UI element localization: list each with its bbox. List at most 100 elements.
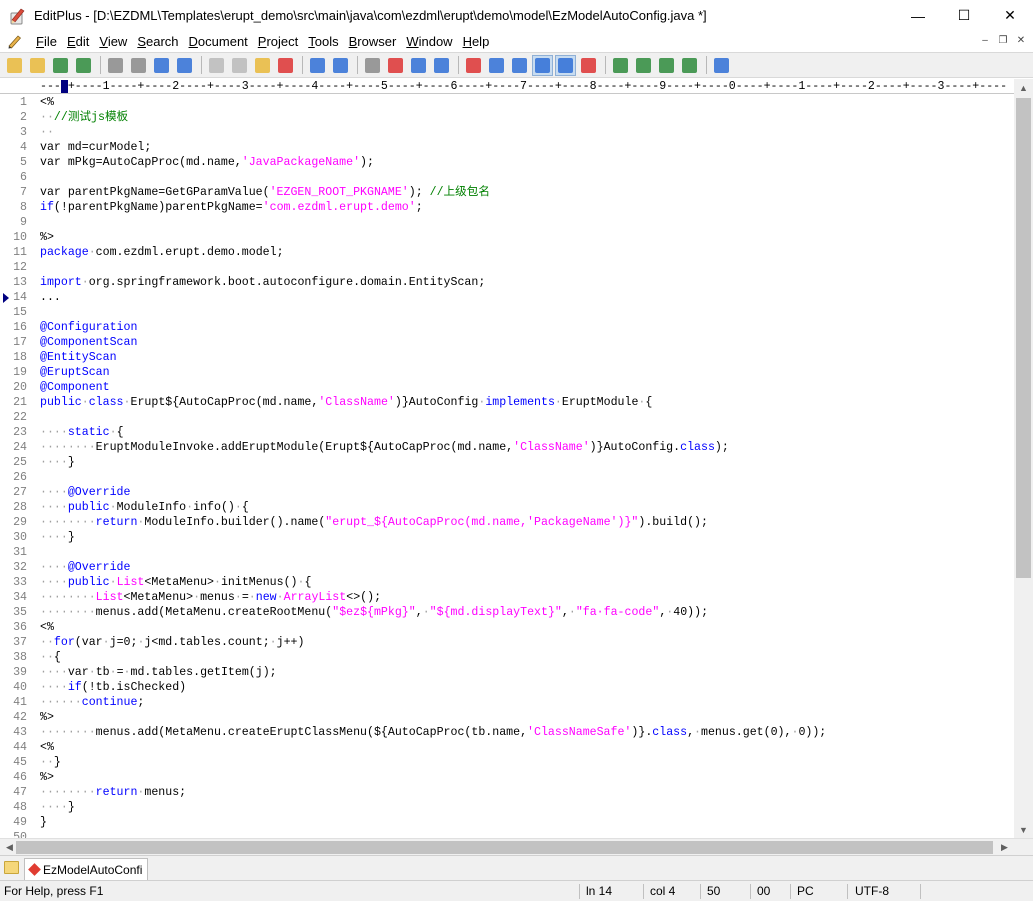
browser-preview-button[interactable] (174, 55, 195, 76)
tab-ezmodelautoconfig[interactable]: EzModelAutoConfi (24, 858, 148, 880)
menu-view[interactable]: View (94, 34, 132, 49)
check-button[interactable] (578, 55, 599, 76)
code-line[interactable]: 44 <% (0, 740, 1014, 755)
code-line[interactable]: 25 ····} (0, 455, 1014, 470)
vertical-scrollbar[interactable]: ▲ ▼ (1014, 79, 1033, 838)
code-line[interactable]: 13 import·org.springframework.boot.autoco… (0, 275, 1014, 290)
print-button[interactable] (128, 55, 149, 76)
document-close-button[interactable]: ✕ (1013, 33, 1029, 48)
close-button[interactable]: ✕ (987, 0, 1033, 31)
document-restore-button[interactable]: ❐ (995, 33, 1011, 48)
menu-file[interactable]: File (31, 34, 62, 49)
find-in-files-button[interactable] (408, 55, 429, 76)
vertical-scroll-thumb[interactable] (1016, 98, 1031, 578)
scroll-right-arrow[interactable]: ▶ (995, 839, 1014, 856)
code-line[interactable]: 40 ····if(!tb.isChecked) (0, 680, 1014, 695)
code-line[interactable]: 30 ····} (0, 530, 1014, 545)
code-line[interactable]: 22 (0, 410, 1014, 425)
code-line[interactable]: 7 var parentPkgName=GetGParamValue('EZGEN… (0, 185, 1014, 200)
code-line[interactable]: 4 var md=curModel; (0, 140, 1014, 155)
code-line[interactable]: 29 ········return·ModuleInfo.builder().na… (0, 515, 1014, 530)
output-button[interactable] (656, 55, 677, 76)
code-line[interactable]: 9 (0, 215, 1014, 230)
code-line[interactable]: 48 ····} (0, 800, 1014, 815)
maximize-button[interactable]: ☐ (941, 0, 987, 31)
code-line[interactable]: 21 public·class·Erupt${AutoCapProc(md.nam… (0, 395, 1014, 410)
code-line[interactable]: 6 (0, 170, 1014, 185)
code-line[interactable]: 18 @EntityScan (0, 350, 1014, 365)
code-line[interactable]: 1 <% (0, 95, 1014, 110)
code-line[interactable]: 46 %> (0, 770, 1014, 785)
code-line[interactable]: 27 ····@Override (0, 485, 1014, 500)
code-line[interactable]: 38 ··{ (0, 650, 1014, 665)
code-line[interactable]: 43 ········menus.add(MetaMenu.createErupt… (0, 725, 1014, 740)
menu-edit[interactable]: Edit (62, 34, 94, 49)
code-line[interactable]: 50 (0, 830, 1014, 838)
code-line[interactable]: 15 (0, 305, 1014, 320)
cut-button[interactable] (206, 55, 227, 76)
code-editor[interactable]: 1 <% 2 ··//测试js模板 3 ·· 4 var md=curModel; 5 var m… (0, 94, 1014, 838)
status-encoding[interactable]: UTF-8 (855, 881, 889, 901)
menu-window[interactable]: Window (401, 34, 457, 49)
menu-tools[interactable]: Tools (303, 34, 343, 49)
code-line[interactable]: 16 @Configuration (0, 320, 1014, 335)
word-wrap-button[interactable] (509, 55, 530, 76)
scroll-down-arrow[interactable]: ▼ (1014, 821, 1033, 838)
menu-document[interactable]: Document (184, 34, 253, 49)
spell-check-button[interactable] (151, 55, 172, 76)
document-minimize-button[interactable]: – (977, 33, 993, 48)
menu-project[interactable]: Project (253, 34, 303, 49)
horizontal-scroll-thumb[interactable] (16, 841, 993, 854)
menu-help[interactable]: Help (458, 34, 495, 49)
code-line[interactable]: 32 ····@Override (0, 560, 1014, 575)
menu-search[interactable]: Search (132, 34, 183, 49)
code-line[interactable]: 42 %> (0, 710, 1014, 725)
print-preview-button[interactable] (105, 55, 126, 76)
help-button[interactable] (711, 55, 732, 76)
code-line[interactable]: 35 ········menus.add(MetaMenu.createRootM… (0, 605, 1014, 620)
open-file-button[interactable] (27, 55, 48, 76)
ruler-button[interactable] (555, 54, 576, 76)
paste-button[interactable] (252, 55, 273, 76)
code-line[interactable]: 10 %> (0, 230, 1014, 245)
code-line[interactable]: 19 @EruptScan (0, 365, 1014, 380)
save-button[interactable] (50, 55, 71, 76)
line-numbers-button[interactable] (532, 54, 553, 76)
replace-button[interactable] (385, 55, 406, 76)
menu-browser[interactable]: Browser (344, 34, 402, 49)
code-line[interactable]: 49} (0, 815, 1014, 830)
go-to-button[interactable] (431, 55, 452, 76)
code-line[interactable]: 41 ······continue; (0, 695, 1014, 710)
code-line[interactable]: 28 ····public·ModuleInfo·info()·{ (0, 500, 1014, 515)
code-line[interactable]: 14... (0, 290, 1014, 305)
editplus-app-icon[interactable] (8, 7, 26, 25)
delete-button[interactable] (275, 55, 296, 76)
code-line[interactable]: 33 ····public·List<MetaMenu>·initMenus()·… (0, 575, 1014, 590)
copy-button[interactable] (229, 55, 250, 76)
font-button[interactable] (463, 55, 484, 76)
full-screen-button[interactable] (679, 55, 700, 76)
find-button[interactable] (362, 55, 383, 76)
code-line[interactable]: 36 <% (0, 620, 1014, 635)
code-line[interactable]: 23 ····static·{ (0, 425, 1014, 440)
new-file-button[interactable] (4, 55, 25, 76)
code-line[interactable]: 31 (0, 545, 1014, 560)
redo-button[interactable] (330, 55, 351, 76)
code-line[interactable]: 2 ··//测试js模板 (0, 110, 1014, 125)
document-pencil-icon[interactable] (7, 33, 23, 49)
directory-button[interactable] (633, 55, 654, 76)
horizontal-scrollbar[interactable]: ◀ ▶ (0, 838, 1033, 855)
hx-button[interactable] (486, 55, 507, 76)
save-all-button[interactable] (73, 55, 94, 76)
code-line[interactable]: 37 ··for(var·j=0;·j<md.tables.count;·j++) (0, 635, 1014, 650)
folder-icon[interactable] (4, 861, 19, 874)
code-line[interactable]: 24 ········EruptModuleInvoke.addEruptModu… (0, 440, 1014, 455)
code-line[interactable]: 34 ········List<MetaMenu>·menus·=·new·Arr… (0, 590, 1014, 605)
code-line[interactable]: 45 ··} (0, 755, 1014, 770)
cliptext-button[interactable] (610, 55, 631, 76)
code-line[interactable]: 3 ·· (0, 125, 1014, 140)
code-line[interactable]: 11 package·com.ezdml.erupt.demo.model; (0, 245, 1014, 260)
code-line[interactable]: 8 if(!parentPkgName)parentPkgName='com.ez… (0, 200, 1014, 215)
scroll-up-arrow[interactable]: ▲ (1014, 79, 1033, 96)
minimize-button[interactable]: — (895, 0, 941, 31)
